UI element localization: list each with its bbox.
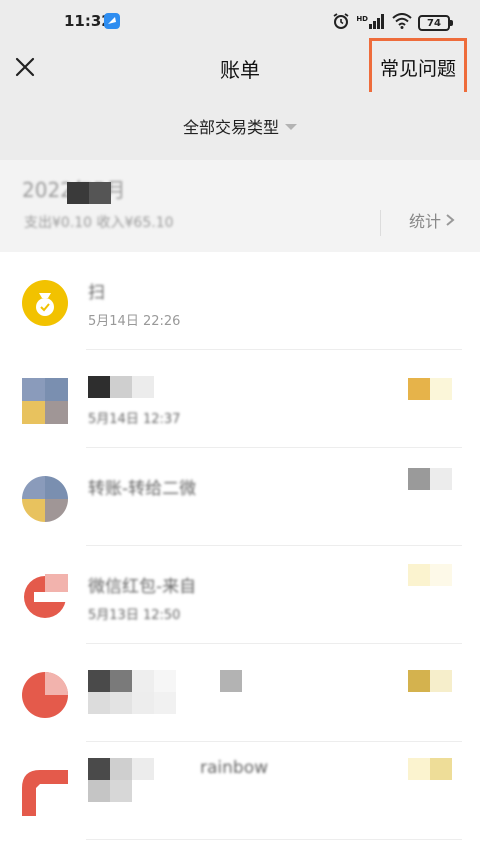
privacy-mosaic [408, 468, 452, 490]
privacy-mosaic [408, 670, 452, 692]
transaction-title: 扫 [88, 283, 105, 303]
transaction-row[interactable] [0, 644, 480, 742]
transaction-row[interactable]: 转账-转给二微 [0, 448, 480, 546]
privacy-mosaic [67, 182, 111, 204]
status-icons: HD 74 [332, 12, 453, 34]
caret-down-icon [285, 124, 297, 130]
divider [86, 839, 462, 840]
transaction-title: rainbow [200, 758, 268, 778]
top-bar: 账单 常见问题 [0, 38, 480, 96]
transaction-date: 5月14日 12:37 [88, 412, 181, 427]
alarm-icon [332, 12, 350, 34]
transaction-title: 转账-转给二微 [88, 479, 197, 499]
faq-button[interactable]: 常见问题 [369, 38, 467, 96]
month-summary: 2022年5月 支出¥0.10 收入¥65.10 统计 [0, 160, 480, 252]
avatar [22, 574, 68, 620]
transaction-list: 扫 5月14日 22:26 5月14日 12:37 转账-转给二微 微信红包-来… [0, 252, 480, 840]
app-notification-icon [104, 13, 120, 29]
avatar [22, 770, 68, 816]
transaction-row[interactable]: 5月14日 12:37 [0, 350, 480, 448]
privacy-mosaic [88, 376, 154, 398]
privacy-mosaic [408, 378, 452, 400]
transaction-type-filter[interactable]: 全部交易类型 [183, 114, 297, 138]
privacy-mosaic [88, 692, 176, 714]
money-bag-icon [22, 280, 68, 326]
transaction-date: 5月14日 22:26 [88, 314, 181, 329]
avatar [22, 378, 68, 424]
avatar [22, 672, 68, 718]
signal-icon [368, 13, 386, 33]
wifi-icon [392, 13, 412, 33]
filter-bar: 全部交易类型 [0, 92, 480, 160]
chevron-right-icon [446, 214, 455, 226]
stats-button[interactable]: 统计 [409, 208, 456, 232]
transaction-row[interactable]: 微信红包-来自 5月13日 12:50 [0, 546, 480, 644]
privacy-mosaic [88, 670, 242, 692]
stats-label: 统计 [409, 212, 442, 231]
transaction-row[interactable]: rainbow [0, 742, 480, 840]
transaction-row[interactable]: 扫 5月14日 22:26 [0, 252, 480, 350]
network-hd-label: HD [356, 15, 368, 23]
transaction-date: 5月13日 12:50 [88, 608, 181, 623]
privacy-mosaic [408, 758, 452, 780]
privacy-mosaic [88, 758, 154, 802]
month-income-expense: 支出¥0.10 收入¥65.10 [24, 215, 174, 231]
battery-icon: 74 [418, 15, 453, 31]
filter-label: 全部交易类型 [182, 118, 279, 137]
avatar [22, 476, 68, 522]
privacy-mosaic [408, 564, 452, 586]
divider [380, 210, 381, 236]
transaction-title: 微信红包-来自 [88, 577, 197, 597]
